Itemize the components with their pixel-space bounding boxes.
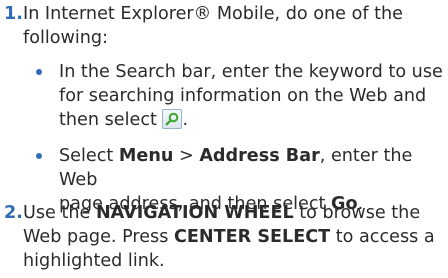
text-segment: Select [59, 146, 119, 166]
text-segment: . [182, 110, 189, 130]
step-line: Use the NAVIGATION WHEEL to browse the [23, 201, 443, 225]
menu-label: Menu [118, 146, 174, 166]
address-bar-label: Address Bar [199, 146, 320, 166]
bullet-icon [36, 69, 42, 75]
text-segment: then select [59, 110, 163, 130]
text-segment: to browse the [293, 203, 421, 223]
bullet-line: In the Search bar, enter the keyword to … [59, 62, 443, 82]
step-text: Use the NAVIGATION WHEEL to browse the W… [23, 201, 443, 273]
text-segment: to access a [330, 227, 435, 247]
search-icon [162, 109, 183, 129]
step-number: 2. [4, 203, 23, 223]
navigation-wheel-label: NAVIGATION WHEEL [95, 203, 294, 223]
step-text: In Internet Explorer® Mobile, do one of … [23, 2, 443, 50]
text-segment: > [173, 146, 200, 166]
step-line: Web page. Press CENTER SELECT to access … [23, 225, 443, 249]
center-select-label: CENTER SELECT [173, 227, 331, 247]
step-line: following: [23, 28, 109, 48]
bullet-icon [36, 153, 42, 159]
step-line: In Internet Explorer® Mobile, do one of … [23, 4, 404, 24]
bullet-line: Select Menu > Address Bar, enter the Web [59, 144, 444, 192]
bullet-line: for searching information on the Web and [59, 86, 427, 106]
step-number: 1. [4, 4, 23, 24]
bullet-line: then select . [59, 108, 444, 132]
step-line: highlighted link. [23, 251, 165, 271]
bullet-text: In the Search bar, enter the keyword to … [59, 60, 444, 132]
text-segment: Web page. Press [23, 227, 174, 247]
text-segment: Use the [23, 203, 96, 223]
